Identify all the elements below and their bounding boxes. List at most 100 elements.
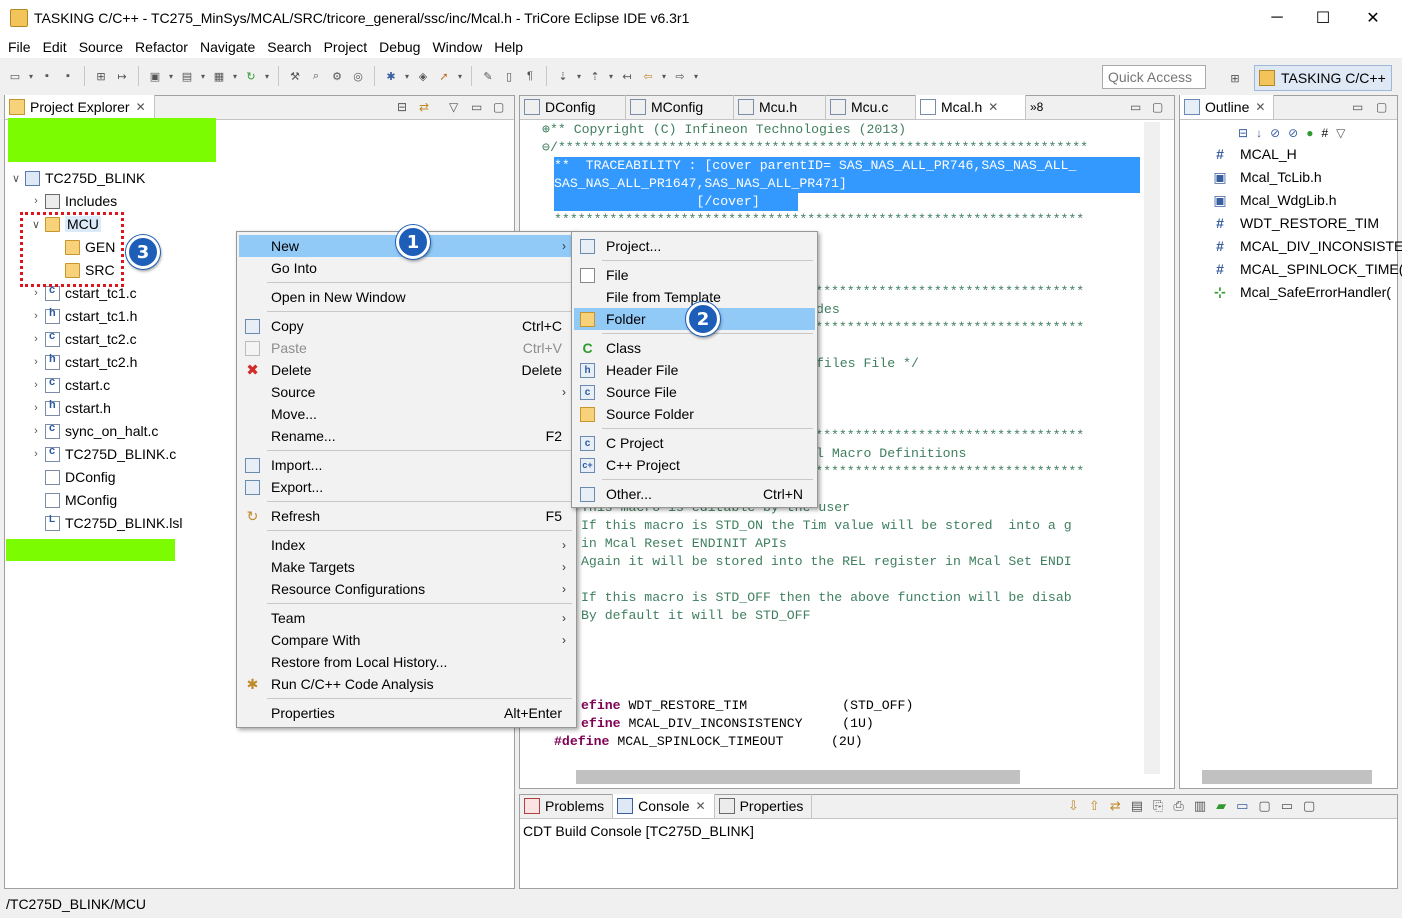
scroll-up-icon[interactable]: ⇧: [1089, 798, 1100, 814]
last-edit-icon[interactable]: ↤: [618, 67, 636, 85]
menu-item-rename[interactable]: Rename... F2: [239, 425, 574, 447]
tab-console[interactable]: Console ✕: [613, 794, 715, 818]
search-file-icon[interactable]: ⌕: [307, 67, 325, 85]
menu-help[interactable]: Help: [488, 39, 529, 55]
outline-item[interactable]: # MCAL_H: [1182, 143, 1297, 165]
submenu-item-source-folder[interactable]: Source Folder: [574, 403, 815, 425]
new-project-icon[interactable]: ▣: [146, 67, 164, 85]
outline-item[interactable]: ▣ Mcal_WdgLib.h: [1182, 189, 1336, 211]
submenu-item-class[interactable]: C Class: [574, 337, 815, 359]
menu-refactor[interactable]: Refactor: [129, 39, 194, 55]
forward-icon[interactable]: ⇨: [671, 67, 689, 85]
prev-annotation-icon[interactable]: ⇡: [586, 67, 604, 85]
menu-item-delete[interactable]: ✖ Delete Delete: [239, 359, 574, 381]
debug-icon[interactable]: ✱: [382, 67, 400, 85]
scroll-down-icon[interactable]: ⇩: [1068, 798, 1079, 814]
refresh-icon[interactable]: ↻: [242, 67, 260, 85]
tree-item[interactable]: TC275D_BLINK.lsl: [30, 512, 183, 534]
new-icon[interactable]: ▭: [6, 67, 24, 85]
paste-icon[interactable]: ⎙: [1173, 798, 1183, 814]
word-wrap-icon[interactable]: ▥: [1194, 798, 1206, 814]
next-annotation-icon[interactable]: ⇣: [554, 67, 572, 85]
build-icon[interactable]: ⊞: [92, 67, 110, 85]
close-icon[interactable]: ✕: [988, 100, 998, 114]
view-menu-icon[interactable]: ▽: [1336, 126, 1345, 140]
collapse-icon[interactable]: ⊟: [1238, 126, 1248, 140]
tree-item[interactable]: › cstart.c: [30, 374, 110, 396]
submenu-item-source-file[interactable]: c Source File: [574, 381, 815, 403]
menu-item-open-new-window[interactable]: Open in New Window: [239, 286, 574, 308]
outline-item[interactable]: # MCAL_SPINLOCK_TIME(: [1182, 258, 1402, 280]
chevron-right-icon[interactable]: ›: [30, 425, 42, 437]
new-class-dropdown-icon[interactable]: ▾: [231, 67, 239, 85]
view-menu-icon[interactable]: ▽: [449, 100, 458, 114]
menu-item-go-into[interactable]: Go Into: [239, 257, 574, 279]
minimize-button[interactable]: ─: [1254, 0, 1300, 36]
chevron-right-icon[interactable]: ›: [30, 356, 42, 368]
close-icon[interactable]: ✕: [1255, 100, 1265, 114]
menu-item-import[interactable]: Import...: [239, 454, 574, 476]
tree-item[interactable]: › Includes: [30, 190, 117, 212]
submenu-item-project[interactable]: Project...: [574, 235, 815, 257]
chevron-right-icon[interactable]: ›: [30, 379, 42, 391]
copy-icon[interactable]: ⎘: [1153, 798, 1163, 814]
tab-overflow[interactable]: »8: [1026, 95, 1051, 119]
tab-problems[interactable]: Problems: [520, 794, 614, 818]
refresh-dropdown-icon[interactable]: ▾: [263, 67, 271, 85]
editor-horizontal-scroll-thumb[interactable]: [576, 770, 1020, 784]
tree-item[interactable]: › cstart_tc2.h: [30, 351, 137, 373]
outline-item[interactable]: # MCAL_DIV_INCONSISTE: [1182, 235, 1402, 257]
menu-item-source[interactable]: Source ›: [239, 381, 574, 403]
sort-icon[interactable]: ↓: [1256, 126, 1262, 140]
maximize-view-icon[interactable]: ▢: [493, 100, 504, 114]
chevron-right-icon[interactable]: ›: [30, 310, 42, 322]
outline-horizontal-scroll-thumb[interactable]: [1202, 770, 1372, 784]
open-type-icon[interactable]: ◈: [414, 67, 432, 85]
new-folder-dropdown-icon[interactable]: ▾: [199, 67, 207, 85]
menu-item-export[interactable]: Export...: [239, 476, 574, 498]
submenu-item-file[interactable]: File: [574, 264, 815, 286]
menu-item-copy[interactable]: Copy Ctrl+C: [239, 315, 574, 337]
minimize-view-icon[interactable]: ▭: [1281, 798, 1293, 814]
display-console-icon[interactable]: ▭: [1236, 798, 1248, 814]
menu-navigate[interactable]: Navigate: [194, 39, 261, 55]
new-dropdown-icon[interactable]: ▾: [27, 67, 35, 85]
menu-edit[interactable]: Edit: [37, 39, 73, 55]
toggle-icon[interactable]: ▯: [500, 67, 518, 85]
save-icon[interactable]: ▪: [38, 67, 56, 85]
tab-mcu-c[interactable]: Mcu.c: [826, 95, 916, 119]
wrench-icon[interactable]: ⚒: [286, 67, 304, 85]
collapse-all-icon[interactable]: ⊟: [397, 100, 407, 114]
new-project-dropdown-icon[interactable]: ▾: [167, 67, 175, 85]
outline-item[interactable]: # WDT_RESTORE_TIM: [1182, 212, 1379, 234]
globe-icon[interactable]: ◎: [349, 67, 367, 85]
perspective-button[interactable]: TASKING C/C++: [1254, 65, 1392, 91]
clear-console-icon[interactable]: ▤: [1131, 798, 1143, 814]
run-dropdown-icon[interactable]: ▾: [456, 67, 464, 85]
minimize-view-icon[interactable]: ▭: [1352, 100, 1363, 114]
debug-dropdown-icon[interactable]: ▾: [403, 67, 411, 85]
pen-icon[interactable]: ✎: [479, 67, 497, 85]
open-console-icon[interactable]: ▢: [1258, 798, 1270, 814]
chevron-right-icon[interactable]: ›: [30, 402, 42, 414]
save-all-icon[interactable]: ▪: [59, 67, 77, 85]
back-icon[interactable]: ⇦: [639, 67, 657, 85]
new-folder-icon[interactable]: ▤: [178, 67, 196, 85]
editor-vertical-scrollbar[interactable]: [1144, 122, 1160, 774]
tab-project-explorer[interactable]: Project Explorer ✕: [5, 95, 155, 119]
maximize-view-icon[interactable]: ▢: [1303, 798, 1315, 814]
menu-item-make-targets[interactable]: Make Targets ›: [239, 556, 574, 578]
tab-mcal-h[interactable]: Mcal.h ✕: [916, 95, 1026, 119]
back-dropdown-icon[interactable]: ▾: [660, 67, 668, 85]
menu-item-restore-history[interactable]: Restore from Local History...: [239, 651, 574, 673]
chevron-right-icon[interactable]: ›: [30, 333, 42, 345]
maximize-view-icon[interactable]: ▢: [1152, 100, 1163, 114]
menu-item-team[interactable]: Team ›: [239, 607, 574, 629]
link-editor-icon[interactable]: ⇄: [419, 100, 429, 114]
tab-outline[interactable]: Outline ✕: [1180, 95, 1275, 119]
paragraph-icon[interactable]: ¶: [521, 67, 539, 85]
tab-dconfig[interactable]: DConfig: [520, 95, 626, 119]
chevron-down-icon[interactable]: ∨: [10, 172, 22, 185]
menu-item-refresh[interactable]: ↻ Refresh F5: [239, 505, 574, 527]
minimize-view-icon[interactable]: ▭: [471, 100, 482, 114]
